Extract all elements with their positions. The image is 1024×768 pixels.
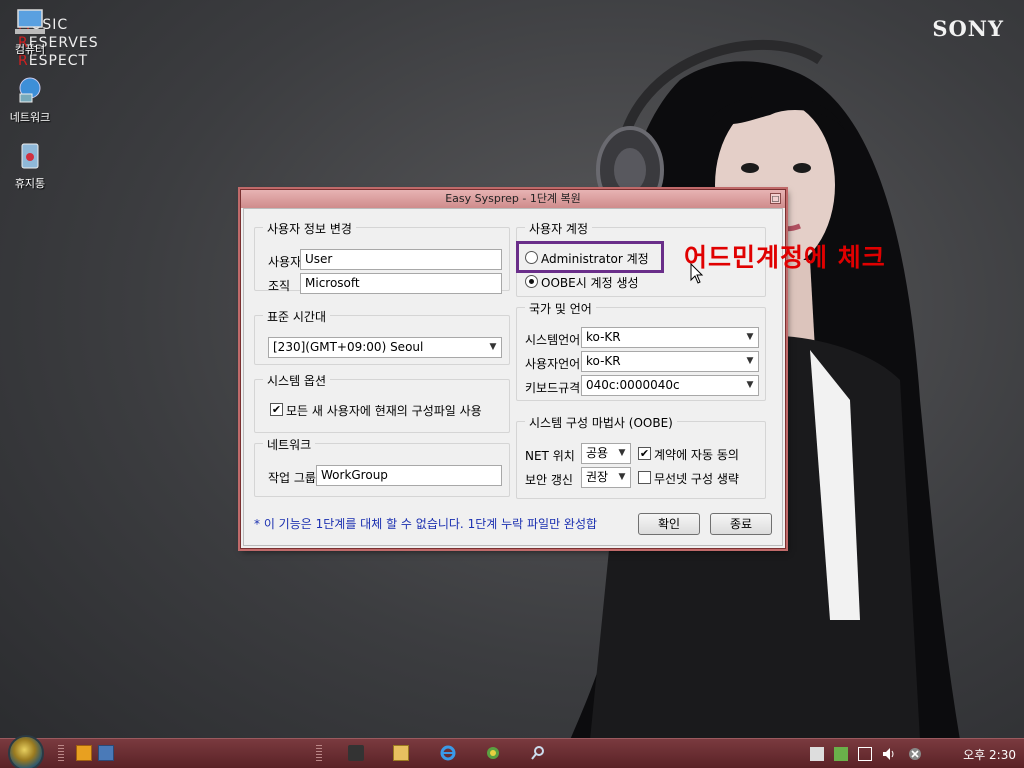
eula-label: 계약에 자동 동의 (654, 448, 739, 462)
chevron-down-icon: ▼ (746, 380, 754, 390)
internet-explorer-icon[interactable] (440, 745, 456, 761)
user-locale-value: ko-KR (586, 354, 621, 368)
network-tool-icon[interactable] (485, 745, 501, 761)
org-label: 조직 (268, 279, 291, 293)
desktop-icon-label: 네트워크 (9, 111, 51, 124)
system-locale-select[interactable]: ko-KR ▼ (581, 327, 759, 348)
oobe-account-radio[interactable] (525, 275, 538, 288)
network-icon (19, 77, 41, 103)
system-locale-label: 시스템언어 (525, 333, 581, 347)
copy-profile-label: 모든 새 사용자에 현재의 구성파일 사용 (286, 404, 482, 418)
timezone-select[interactable]: [230](GMT+09:00) Seoul ▼ (268, 337, 502, 358)
system-locale-value: ko-KR (586, 330, 621, 344)
keyboard-value: 040c:0000040c (586, 378, 680, 392)
oobe-legend: 시스템 구성 마법사 (OOBE) (525, 414, 677, 431)
locale-legend: 국가 및 언어 (525, 300, 596, 317)
security-update-label: 보안 갱신 (525, 473, 573, 487)
organization-field[interactable]: Microsoft (300, 273, 502, 294)
network-check-icon[interactable] (834, 747, 848, 761)
system-options-legend: 시스템 옵션 (263, 372, 331, 389)
chevron-down-icon: ▼ (489, 342, 497, 352)
close-circle-icon[interactable] (908, 747, 922, 761)
taskbar: 오후 2:30 (0, 735, 1024, 768)
desktop-icon-recycle-bin[interactable]: 휴지통 (0, 142, 60, 191)
administrator-radio[interactable] (525, 251, 538, 264)
net-location-value: 공용 (586, 446, 609, 460)
desktop-icon-label: 휴지통 (14, 177, 46, 190)
monitor-icon[interactable] (858, 747, 872, 761)
timezone-value: [230](GMT+09:00) Seoul (273, 340, 424, 354)
user-label: 사용자 (268, 255, 302, 269)
note-text: * 이 기능은 1단계를 대체 할 수 없습니다. 1단계 누락 파일만 완성합 (254, 517, 598, 531)
explorer-icon[interactable] (393, 745, 409, 761)
chevron-down-icon: ▼ (618, 472, 626, 482)
close-icon[interactable]: □ (770, 193, 781, 204)
skip-wireless-checkbox[interactable] (638, 471, 651, 484)
copy-profile-checkbox[interactable]: ✔ (270, 403, 283, 416)
user-locale-label: 사용자언어 (525, 357, 581, 371)
workgroup-label: 작업 그룹 (268, 471, 316, 485)
security-update-select[interactable]: 권장 ▼ (581, 467, 631, 488)
user-name-field[interactable]: User (300, 249, 502, 270)
taskbar-grip[interactable] (58, 745, 64, 763)
administrator-label: Administrator 계정 (541, 252, 649, 266)
flag-icon[interactable] (810, 747, 824, 761)
close-button[interactable]: 종료 (710, 513, 772, 535)
chevron-down-icon: ▼ (746, 332, 754, 342)
eula-checkbox[interactable]: ✔ (638, 447, 651, 460)
security-update-value: 권장 (586, 470, 609, 484)
computer-icon (15, 9, 45, 34)
desktop-icon-network[interactable]: 네트워크 (0, 76, 60, 125)
user-locale-select[interactable]: ko-KR ▼ (581, 351, 759, 372)
chevron-down-icon: ▼ (618, 448, 626, 458)
oobe-account-label: OOBE시 계정 생성 (541, 276, 639, 290)
task-manager-icon[interactable] (348, 745, 364, 761)
annotation-text: 어드민계정에 체크 (684, 243, 886, 272)
quick-launch-window-icon[interactable] (98, 745, 114, 761)
volume-icon[interactable] (882, 747, 896, 761)
dialog-titlebar[interactable]: Easy Sysprep - 1단계 복원 □ (241, 190, 785, 208)
quick-launch-icon[interactable] (76, 745, 92, 761)
timezone-legend: 표준 시간대 (263, 308, 331, 325)
taskbar-grip[interactable] (316, 745, 322, 763)
taskbar-clock[interactable]: 오후 2:30 (963, 746, 1016, 763)
net-location-label: NET 위치 (525, 449, 575, 463)
desktop-icon-computer[interactable]: 컴퓨터 (0, 8, 60, 57)
mouse-cursor-icon (690, 263, 704, 284)
skip-wireless-label: 무선넷 구성 생략 (654, 472, 739, 486)
recycle-bin-icon (21, 143, 39, 169)
network-legend: 네트워크 (263, 436, 316, 453)
workgroup-field[interactable]: WorkGroup (316, 465, 502, 486)
brand-logo: SONY (932, 16, 1004, 41)
dialog-title: Easy Sysprep - 1단계 복원 (445, 192, 581, 205)
keyboard-label: 키보드규격 (525, 381, 581, 395)
user-account-legend: 사용자 계정 (525, 220, 593, 237)
desktop-icon-label: 컴퓨터 (14, 43, 46, 56)
start-button[interactable] (8, 735, 44, 768)
ok-button[interactable]: 확인 (638, 513, 700, 535)
keyboard-select[interactable]: 040c:0000040c ▼ (581, 375, 759, 396)
chevron-down-icon: ▼ (746, 356, 754, 366)
net-location-select[interactable]: 공용 ▼ (581, 443, 631, 464)
search-tool-icon[interactable] (530, 745, 546, 761)
user-info-legend: 사용자 정보 변경 (263, 220, 356, 237)
